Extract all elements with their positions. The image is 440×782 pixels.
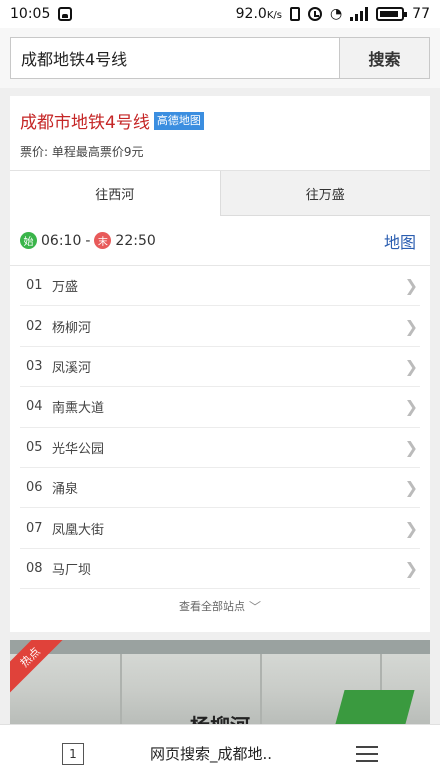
vibrate-icon — [289, 7, 300, 21]
chevron-right-icon: ❯ — [404, 518, 418, 538]
hot-news-photo[interactable]: 杨柳河 热点 — [10, 640, 430, 724]
station-item[interactable]: 06 涌泉 ❯ — [20, 468, 420, 509]
line-title[interactable]: 成都市地铁4号线 — [20, 108, 150, 133]
station-number: 04 — [26, 399, 43, 415]
search-header: 搜索 — [0, 28, 440, 88]
station-number: 08 — [26, 560, 43, 576]
chevron-right-icon: ❯ — [404, 316, 418, 336]
photo-tile-line — [260, 654, 262, 724]
station-number: 02 — [26, 318, 43, 334]
last-train-time: 22:50 — [115, 232, 156, 249]
menu-icon[interactable] — [356, 745, 378, 762]
chevron-right-icon: ❯ — [404, 478, 418, 498]
network-speed: 92.0K/s — [235, 6, 282, 22]
station-item[interactable]: 03 凤溪河 ❯ — [20, 347, 420, 388]
subway-line-card: 成都市地铁4号线 高德地图 票价: 单程最高票价9元 往西河 往万盛 始 06:… — [10, 96, 430, 632]
photo-ceiling — [10, 640, 430, 654]
station-item[interactable]: 05 光华公园 ❯ — [20, 428, 420, 468]
network-speed-unit: K/s — [266, 10, 282, 21]
view-all-label: 查看全部站点 — [178, 600, 245, 614]
station-name: 光华公园 — [52, 441, 105, 457]
page-title[interactable]: 网页搜索_成都地.. — [150, 743, 272, 764]
station-item[interactable]: 01 万盛 ❯ — [20, 266, 420, 307]
station-name: 涌泉 — [52, 482, 79, 498]
search-input[interactable] — [11, 38, 339, 78]
tab-count-button[interactable]: 1 — [62, 742, 84, 765]
chevron-right-icon: ❯ — [404, 356, 418, 376]
station-number: 01 — [26, 278, 43, 294]
chevron-right-icon: ❯ — [404, 437, 418, 457]
battery-level: 77 — [412, 6, 430, 22]
map-link[interactable]: 地图 — [384, 229, 416, 253]
station-name: 凤凰大街 — [52, 522, 105, 538]
map-source-tag: 高德地图 — [153, 111, 204, 130]
search-button[interactable]: 搜索 — [339, 38, 429, 78]
fare-info: 票价: 单程最高票价9元 — [20, 145, 144, 159]
service-hours: 始 06:10 - 末 22:50 地图 — [10, 216, 430, 266]
time-separator: - — [85, 232, 91, 249]
photo-sign-text: 杨柳河 — [190, 710, 250, 724]
photo-tile-line — [120, 654, 122, 724]
station-list: 01 万盛 ❯ 02 杨柳河 ❯ 03 凤溪河 ❯ 04 南熏大道 ❯ 05 光华公园 ❯ 06 涌泉… — [10, 266, 430, 590]
station-number: 05 — [26, 439, 43, 455]
station-item[interactable]: 04 南熏大道 ❯ — [20, 387, 420, 428]
battery-icon — [376, 7, 408, 21]
station-number: 03 — [26, 358, 43, 374]
station-name: 杨柳河 — [52, 320, 92, 336]
browser-bottom-bar: 1 网页搜索_成都地.. — [0, 724, 440, 782]
last-train-badge: 末 — [94, 232, 112, 249]
status-bar: 10:05 92.0K/s ◔ 77 — [0, 0, 440, 28]
view-all-stations-button[interactable]: 查看全部站点 ﹀ — [10, 589, 430, 623]
first-train-badge: 始 — [20, 232, 37, 249]
photo-green-sign — [335, 690, 415, 724]
station-number: 06 — [26, 480, 43, 496]
station-name: 马厂坝 — [52, 562, 92, 578]
status-time: 10:05 — [10, 6, 51, 22]
station-item[interactable]: 02 杨柳河 ❯ — [20, 306, 420, 347]
direction-tabs: 往西河 往万盛 — [10, 170, 430, 216]
station-item[interactable]: 07 凤凰大街 ❯ — [20, 508, 420, 549]
station-item[interactable]: 08 马厂坝 ❯ — [20, 549, 420, 590]
chevron-right-icon: ❯ — [404, 397, 418, 417]
tab-xihe[interactable]: 往西河 — [10, 171, 221, 216]
chevron-down-icon: ﹀ — [248, 599, 261, 614]
station-name: 南熏大道 — [52, 401, 105, 417]
signal-icon — [350, 7, 369, 21]
tab-wansheng[interactable]: 往万盛 — [220, 171, 430, 216]
alarm-icon — [307, 7, 322, 21]
station-number: 07 — [26, 520, 43, 536]
station-name: 万盛 — [52, 280, 79, 296]
search-box: 搜索 — [10, 37, 430, 79]
station-name: 凤溪河 — [52, 360, 92, 376]
first-train-time: 06:10 — [41, 232, 82, 249]
chevron-right-icon: ❯ — [404, 276, 418, 296]
chevron-right-icon: ❯ — [404, 558, 418, 578]
notification-icon — [58, 7, 73, 21]
wifi-icon: ◔ — [329, 6, 343, 22]
